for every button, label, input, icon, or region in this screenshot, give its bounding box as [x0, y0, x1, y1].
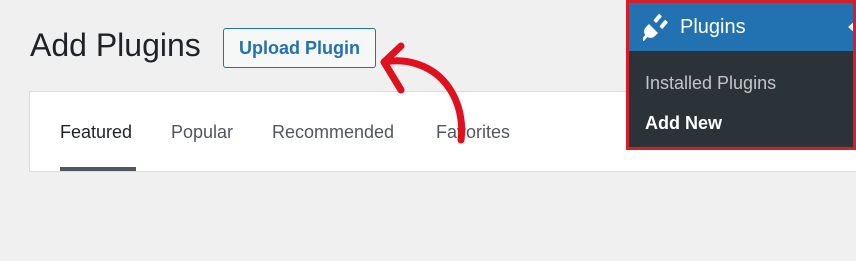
- menu-item-plugins-label: Plugins: [680, 16, 746, 38]
- upload-plugin-button[interactable]: Upload Plugin: [223, 28, 376, 68]
- submenu-installed-plugins[interactable]: Installed Plugins: [645, 73, 776, 94]
- annotation-arrow-icon: [380, 42, 466, 144]
- plug-icon: [643, 14, 668, 41]
- tab-featured[interactable]: Featured: [60, 122, 132, 143]
- current-menu-arrow-icon: [848, 20, 853, 34]
- submenu-add-new[interactable]: Add New: [645, 113, 722, 134]
- page-title: Add Plugins: [30, 27, 201, 63]
- tab-popular[interactable]: Popular: [171, 122, 233, 143]
- active-tab-indicator: [60, 167, 136, 171]
- admin-menu-plugins: Plugins Installed Plugins Add New: [626, 0, 856, 150]
- menu-item-plugins[interactable]: Plugins: [629, 3, 853, 51]
